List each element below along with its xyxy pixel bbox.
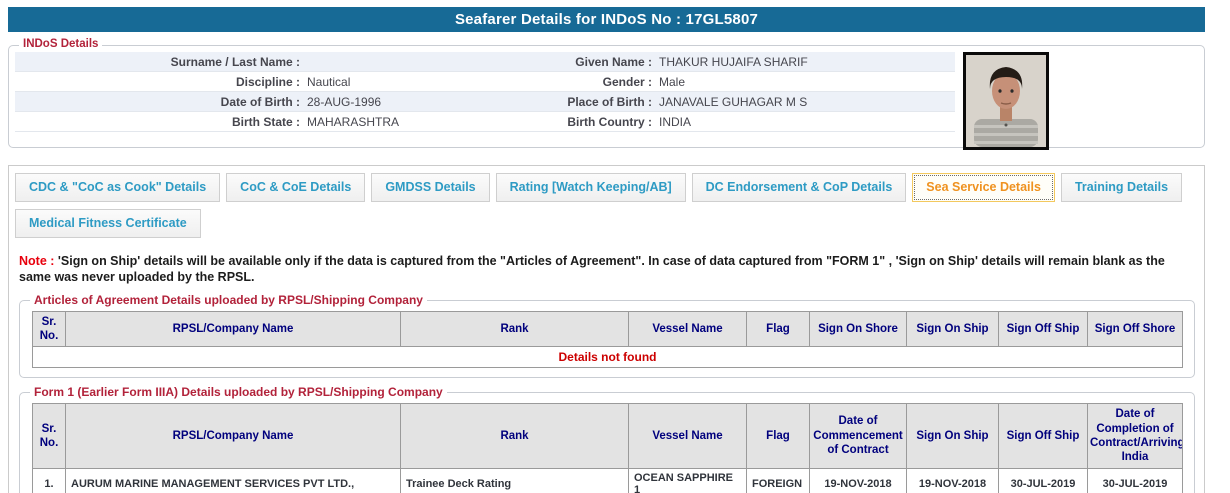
form1-header-rank: Rank: [400, 403, 629, 469]
surname-value: [307, 52, 507, 71]
note-label: Note :: [19, 254, 55, 268]
tab-row-2: Medical Fitness Certificate: [15, 209, 1204, 238]
aoa-header-sr-no: Sr. No.: [32, 310, 66, 348]
form1-cell-commencement-date: 19-NOV-2018: [809, 467, 907, 493]
aoa-header-sign-off-shore: Sign Off Shore: [1087, 310, 1183, 348]
tab-dc-endorsement-cop[interactable]: DC Endorsement & CoP Details: [691, 173, 907, 202]
tab-rating-watch-keeping[interactable]: Rating [Watch Keeping/AB]: [495, 173, 686, 202]
aoa-header-sign-off-ship: Sign Off Ship: [998, 310, 1088, 348]
place-of-birth-value: JANAVALE GUHAGAR M S: [659, 95, 808, 109]
gender-value: Male: [659, 75, 686, 89]
surname-label: Surname / Last Name :: [170, 55, 300, 69]
tab-medical-fitness-certificate[interactable]: Medical Fitness Certificate: [15, 209, 201, 238]
dob-value: 28-AUG-1996: [307, 95, 382, 109]
indos-details-legend: INDoS Details: [19, 38, 103, 50]
form1-table: Sr. No. RPSL/Company Name Rank Vessel Na…: [32, 403, 1183, 493]
form1-cell-sign-off-ship: 30-JUL-2019: [998, 467, 1088, 493]
form1-cell-sr-no: 1.: [32, 467, 66, 493]
form1-header-flag: Flag: [746, 403, 810, 469]
given-name-label: Given Name :: [575, 55, 652, 69]
form1-header-commencement-date: Date of Commencement of Contract: [809, 403, 907, 469]
aoa-header-vessel: Vessel Name: [628, 310, 747, 348]
form1-header-company: RPSL/Company Name: [65, 403, 401, 469]
discipline-value: Nautical: [307, 75, 351, 89]
birth-state-value: MAHARASHTRA: [307, 115, 400, 129]
note-text: Note : 'Sign on Ship' details will be av…: [19, 253, 1192, 286]
note-body: 'Sign on Ship' details will be available…: [19, 254, 1165, 285]
birth-state-label: Birth State :: [231, 115, 300, 129]
detail-row-discipline: Discipline : Nautical Gender : Male: [15, 72, 955, 92]
tab-gmdss-details[interactable]: GMDSS Details: [371, 173, 490, 202]
form1-cell-completion-date: 30-JUL-2019: [1087, 467, 1183, 493]
articles-of-agreement-section: Articles of Agreement Details uploaded b…: [19, 292, 1195, 379]
page: Seafarer Details for INDoS No : 17GL5807…: [8, 7, 1205, 493]
aoa-header-rank: Rank: [400, 310, 629, 348]
tab-sea-service-details[interactable]: Sea Service Details: [912, 173, 1055, 202]
detail-row-surname: Surname / Last Name : Given Name : THAKU…: [15, 52, 955, 72]
aoa-header-flag: Flag: [746, 310, 810, 348]
form1-cell-vessel: OCEAN SAPPHIRE 1: [628, 467, 747, 493]
tab-content-panel: CDC & "CoC as Cook" Details CoC & CoE De…: [8, 165, 1205, 493]
aoa-header-company: RPSL/Company Name: [65, 310, 401, 348]
form1-cell-sign-on-ship: 19-NOV-2018: [906, 467, 999, 493]
articles-of-agreement-legend: Articles of Agreement Details uploaded b…: [30, 292, 427, 307]
form1-data-row: 1. AURUM MARINE MANAGEMENT SERVICES PVT …: [32, 467, 1183, 493]
birth-country-value: INDIA: [659, 115, 692, 129]
detail-row-birth-state: Birth State : MAHARASHTRA Birth Country …: [15, 112, 955, 132]
tab-training-details[interactable]: Training Details: [1060, 173, 1183, 202]
form1-cell-rank: Trainee Deck Rating: [400, 467, 629, 493]
dob-label: Date of Birth :: [220, 95, 300, 109]
form1-cell-company: AURUM MARINE MANAGEMENT SERVICES PVT LTD…: [65, 467, 401, 493]
indos-details-grid: Surname / Last Name : Given Name : THAKU…: [15, 52, 955, 132]
form1-header-vessel: Vessel Name: [628, 403, 747, 469]
form1-header-sr-no: Sr. No.: [32, 403, 66, 469]
form1-header-row: Sr. No. RPSL/Company Name Rank Vessel Na…: [32, 403, 1183, 469]
indos-details-section: INDoS Details Surname / Last Name : Give…: [8, 38, 1205, 150]
aoa-header-row: Sr. No. RPSL/Company Name Rank Vessel Na…: [32, 310, 1183, 348]
aoa-details-not-found: Details not found: [32, 346, 1183, 369]
page-title: Seafarer Details for INDoS No : 17GL5807: [8, 7, 1205, 32]
form1-cell-flag: FOREIGN: [746, 467, 810, 493]
form1-section: Form 1 (Earlier Form IIIA) Details uploa…: [19, 385, 1195, 493]
form1-header-sign-on-ship: Sign On Ship: [906, 403, 999, 469]
place-of-birth-label: Place of Birth :: [567, 95, 652, 109]
discipline-label: Discipline :: [235, 75, 300, 89]
aoa-empty-row: Details not found: [32, 346, 1183, 369]
form1-legend: Form 1 (Earlier Form IIIA) Details uploa…: [30, 385, 447, 400]
birth-country-label: Birth Country :: [567, 115, 652, 129]
form1-header-sign-off-ship: Sign Off Ship: [998, 403, 1088, 469]
tab-coc-coe-details[interactable]: CoC & CoE Details: [226, 173, 366, 202]
tab-cdc-coc-as-cook[interactable]: CDC & "CoC as Cook" Details: [15, 173, 221, 202]
detail-row-dob: Date of Birth : 28-AUG-1996 Place of Bir…: [15, 92, 955, 112]
tab-row-1: CDC & "CoC as Cook" Details CoC & CoE De…: [15, 173, 1204, 202]
seafarer-photo: [963, 52, 1049, 150]
gender-label: Gender :: [602, 75, 652, 89]
aoa-header-sign-on-shore: Sign On Shore: [809, 310, 907, 348]
seafarer-photo-illustration: [966, 55, 1046, 147]
articles-of-agreement-table: Sr. No. RPSL/Company Name Rank Vessel Na…: [32, 310, 1183, 369]
aoa-header-sign-on-ship: Sign On Ship: [906, 310, 999, 348]
form1-header-completion-date: Date of Completion of Contract/Arriving …: [1087, 403, 1183, 469]
given-name-value: THAKUR HUJAIFA SHARIF: [659, 55, 808, 69]
